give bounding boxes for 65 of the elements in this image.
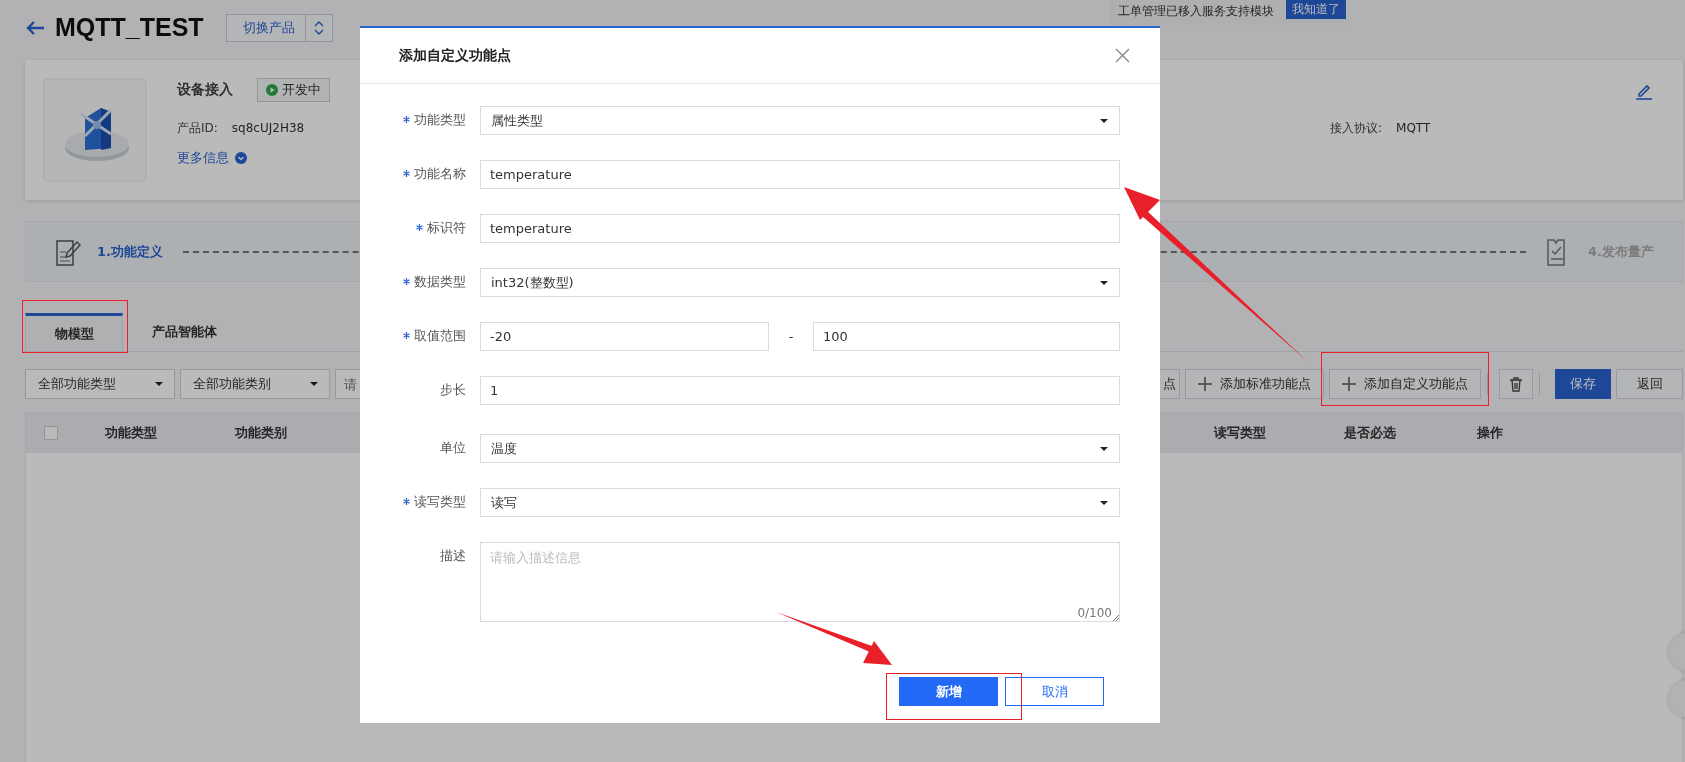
input-field[interactable]: temperature (480, 160, 1120, 189)
column-header: 读写类型 (1212, 424, 1267, 442)
field-label: 步长 (440, 381, 466, 399)
character-counter: 0/100 (1077, 606, 1112, 620)
field-label: 功能类型 (414, 111, 466, 129)
range-separator: - (787, 329, 795, 344)
add-button[interactable]: 新增 (899, 677, 998, 706)
column-header: 是否必选 (1343, 424, 1397, 442)
trash-icon (1509, 376, 1523, 392)
input-field[interactable]: 1 (480, 376, 1120, 405)
back-button[interactable]: 返回 (1616, 369, 1683, 399)
field-label: 标识符 (427, 219, 466, 237)
delete-button[interactable] (1499, 369, 1533, 399)
add-button[interactable]: 添加自定义功能点 (1329, 369, 1481, 399)
save-button[interactable]: 保存 (1555, 369, 1611, 399)
dialog-title: 添加自定义功能点 (399, 46, 511, 65)
more-info-link[interactable]: 更多信息 (177, 149, 229, 167)
field-label: 取值范围 (414, 327, 466, 345)
page-title: MQTT_TEST (55, 13, 204, 42)
checkbox[interactable] (44, 426, 58, 440)
cancel-button[interactable]: 取消 (1005, 677, 1104, 706)
filter-dropdown[interactable]: 全部功能类型 (25, 369, 175, 399)
input-field[interactable]: 100 (813, 322, 1120, 351)
protocol-value: MQTT (1396, 121, 1431, 135)
edit-icon[interactable] (1635, 82, 1653, 100)
column-header: 功能类型 (104, 424, 158, 442)
field-label: 数据类型 (414, 273, 466, 291)
add-button[interactable]: 添加标准功能点 (1185, 369, 1324, 399)
select-field[interactable]: int32(整数型) (480, 268, 1120, 297)
step-label[interactable]: 1.功能定义 (97, 242, 163, 261)
input-field[interactable]: -20 (480, 322, 769, 351)
chevron-up-down-icon (312, 19, 325, 36)
notice-text: 工单管理已移入服务支持模块 (1117, 3, 1274, 20)
plus-icon (1198, 377, 1212, 391)
switch-product-button[interactable]: 切换产品 (225, 13, 333, 42)
column-header: 功能类别 (234, 424, 288, 442)
field-label: 功能名称 (414, 165, 466, 183)
caret-down-icon (309, 381, 319, 387)
play-circle-icon (266, 84, 278, 96)
plus-icon (1342, 377, 1356, 391)
field-label: 产品ID: (177, 121, 218, 135)
select-field[interactable]: 属性类型 (480, 106, 1120, 135)
caret-down-icon (1099, 279, 1109, 286)
tab[interactable]: 物模型 (25, 313, 123, 351)
field-label: 描述 (440, 547, 466, 565)
select-field[interactable]: 温度 (480, 434, 1120, 463)
product-name: 设备接入 (177, 81, 233, 99)
select-field[interactable]: 读写 (480, 488, 1120, 517)
resize-grip-icon (1112, 614, 1119, 621)
input-field[interactable]: temperature (480, 214, 1120, 243)
status-badge: 开发中 (257, 78, 330, 102)
product-id: sq8cUJ2H38 (231, 121, 305, 135)
caret-down-icon (154, 381, 164, 387)
close-icon[interactable] (1115, 48, 1130, 63)
field-label: 单位 (440, 439, 466, 457)
field-label: 读写类型 (414, 493, 466, 511)
column-header: 操作 (1476, 424, 1504, 442)
filter-dropdown[interactable]: 全部功能类别 (180, 369, 330, 399)
caret-down-icon (1099, 445, 1109, 452)
caret-down-icon (1099, 117, 1109, 124)
caret-down-icon (1099, 499, 1109, 506)
field-label: 接入协议: (1330, 121, 1383, 135)
tab[interactable]: 产品智能体 (135, 313, 233, 351)
dismiss-button[interactable]: 我知道了 (1286, 0, 1346, 19)
back-arrow-icon[interactable] (25, 19, 45, 36)
